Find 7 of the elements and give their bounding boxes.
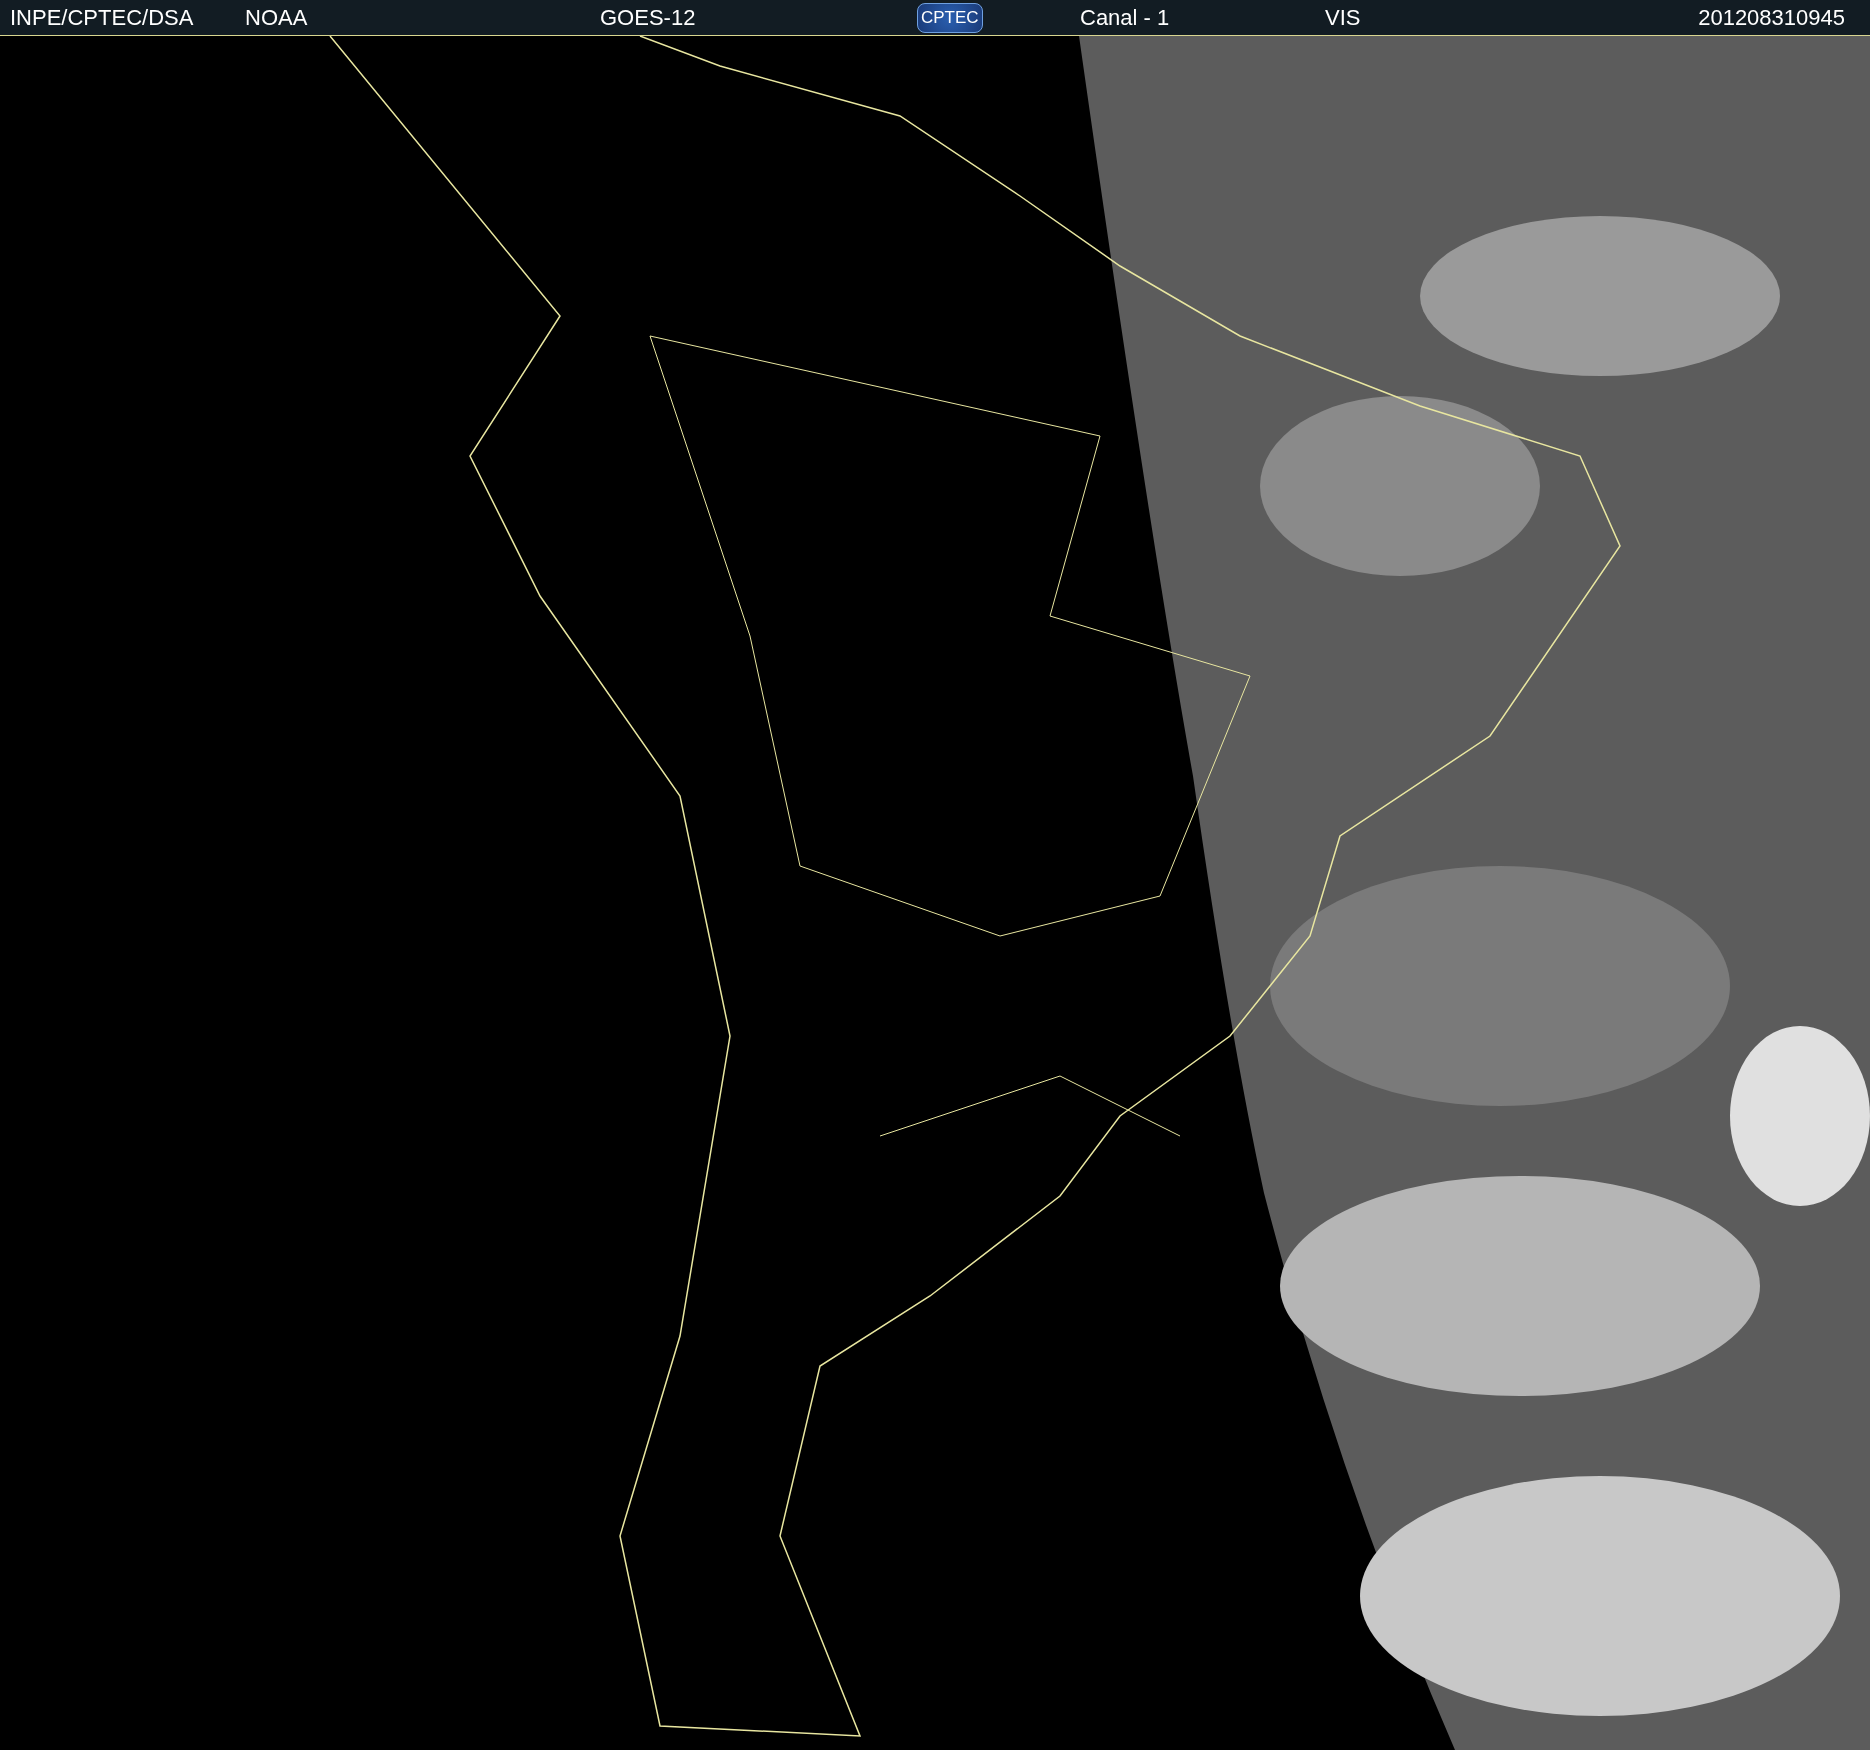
satellite-label: GOES-12 bbox=[600, 4, 697, 31]
agency-label: NOAA bbox=[245, 4, 309, 31]
timestamp-label: 201208310945 bbox=[1698, 4, 1845, 31]
channel-label: Canal - 1 bbox=[1080, 4, 1171, 31]
logo: CPTEC bbox=[917, 2, 983, 33]
band-label: VIS bbox=[1325, 4, 1362, 31]
source-label: INPE/CPTEC/DSA bbox=[10, 4, 195, 31]
